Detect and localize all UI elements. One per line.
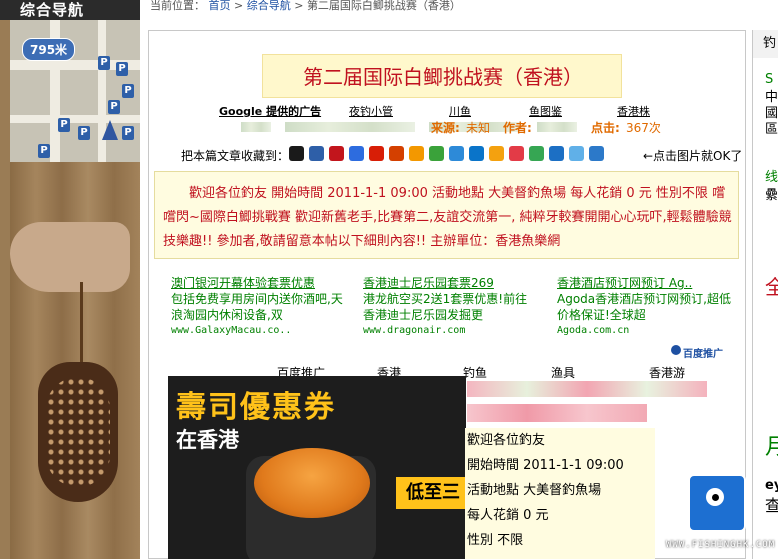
parking-icon: P	[78, 126, 90, 140]
tag-link[interactable]: 渔具	[551, 364, 575, 381]
text-ad-url[interactable]: www.dragonair.com	[363, 323, 538, 339]
sea-urchin-sushi-image	[254, 448, 370, 518]
text-ad-title[interactable]: 澳门银河开幕体验套票优惠	[171, 275, 346, 291]
163-icon[interactable]	[389, 146, 404, 161]
baidu-icon[interactable]	[309, 146, 324, 161]
tag-link[interactable]: 钓鱼	[463, 364, 487, 381]
digu-icon[interactable]	[489, 146, 504, 161]
author-label: 作者:	[503, 121, 532, 135]
clicks-label: 点击:	[591, 121, 620, 135]
intro-text: 歡迎各位釣友 開始時間 2011-1-1 09:00 活動地點 大美督釣魚場 每…	[163, 186, 732, 249]
text-ad-desc[interactable]: 港龙航空买2送1套票优惠!前往香港迪士尼乐园发掘更	[363, 291, 538, 323]
site-nav-label[interactable]: 综合导航	[0, 0, 140, 20]
ad-link-sichuan-fish[interactable]: 川鱼	[449, 103, 471, 119]
parking-icon: P	[116, 62, 128, 76]
detail-line: 開始時間 2011-1-1 09:00	[467, 458, 624, 473]
mop-icon[interactable]	[549, 146, 564, 161]
sushi-ad-title: 壽司優惠券	[176, 390, 336, 425]
blurred-text	[467, 381, 707, 397]
breadcrumb-current: 第二届国际白鲫挑战赛（香港）	[306, 0, 461, 12]
text-ad-title[interactable]: 香港酒店预订网预订 Ag..	[557, 275, 732, 291]
text-ads-block: 澳门银河开幕体验套票优惠 包括免费享用房间内送你酒吧,天浪淘园内休闲设备,双 w…	[171, 275, 743, 345]
bookmark-hint: ←点击图片就OK了	[643, 149, 743, 163]
google-ad-links-row: Google 提供的广告 夜钓小管 川鱼 鱼图鉴 香港株	[219, 103, 719, 119]
parking-icon: P	[58, 118, 70, 132]
shoucang-icon[interactable]	[509, 146, 524, 161]
clicks-value: 367次	[626, 121, 661, 135]
hexun-icon[interactable]	[429, 146, 444, 161]
ie-favorites-icon[interactable]	[589, 146, 604, 161]
ad-link-fish-guide[interactable]: 鱼图鉴	[529, 103, 562, 119]
tag-link[interactable]: 香港游	[649, 364, 685, 381]
parking-icon: P	[108, 100, 120, 114]
ad-link-night-fishing[interactable]: 夜钓小管	[349, 103, 393, 119]
google-ads-label[interactable]: Google 提供的广告	[219, 103, 321, 119]
yahoo-icon[interactable]	[329, 146, 344, 161]
sidebar-head: 钓	[753, 30, 778, 58]
breadcrumb: 当前位置： 首页 > 综合导航 > 第二届国际白鲫挑战赛（香港）	[150, 0, 461, 12]
detail-line: 歡迎各位釣友	[467, 433, 546, 448]
detail-line: 活動地點 大美督釣魚場	[467, 483, 602, 498]
bookmark-row: 把本篇文章收藏到： ←点击图片就OK了	[181, 145, 743, 165]
navigation-arrow-icon	[102, 120, 118, 140]
page-title: 第二届国际白鲫挑战赛（香港）	[303, 65, 583, 89]
wozhao-icon[interactable]	[469, 146, 484, 161]
detail-line: 性別 不限	[467, 533, 524, 548]
article-title-box: 第二届国际白鲫挑战赛（香港）	[262, 54, 622, 98]
text-ad-desc[interactable]: 包括免费享用房间内送你酒吧,天浪淘园内休闲设备,双	[171, 291, 346, 323]
diglog-icon[interactable]	[449, 146, 464, 161]
text-ad[interactable]: 澳门银河开幕体验套票优惠 包括免费享用房间内送你酒吧,天浪淘园内休闲设备,双 w…	[171, 275, 346, 339]
left-ad-column: 综合导航 795米 P P P P P P P P	[0, 0, 140, 559]
sushi-coupon-ad[interactable]: 壽司優惠券 在香港 低至三	[168, 376, 466, 559]
breadcrumb-home[interactable]: 首页	[209, 0, 231, 12]
google-icon[interactable]	[349, 146, 364, 161]
baidu-paw-icon	[671, 345, 681, 355]
source-value: 未知	[466, 121, 491, 135]
sushi-ad-subtitle: 在香港	[176, 428, 239, 452]
fanfou-icon[interactable]	[569, 146, 584, 161]
article-meta-row: 来源: 未知 作者: 点击: 367次	[241, 119, 721, 135]
text-ad-desc[interactable]: Agoda香港酒店预订网预订,超低价格保证!全球超	[557, 291, 732, 323]
bookmark-label: 把本篇文章收藏到：	[181, 149, 290, 163]
breadcrumb-category[interactable]: 综合导航	[247, 0, 291, 12]
yesky-icon[interactable]	[529, 146, 544, 161]
blurred-text	[467, 404, 647, 422]
qq-icon[interactable]	[289, 146, 304, 161]
ad-link-hk-stocks[interactable]: 香港株	[617, 103, 650, 119]
text-ad[interactable]: 香港酒店预订网预订 Ag.. Agoda香港酒店预订网预订,超低价格保证!全球超…	[557, 275, 732, 339]
detail-line: 每人花銷 0 元	[467, 508, 549, 523]
fishinghk-logo[interactable]	[688, 474, 746, 532]
source-label: 来源:	[431, 121, 460, 135]
right-sidebar: 钓 S 中 國 區 线 纍 全 月 ey 查	[752, 30, 778, 559]
event-detail-box: 歡迎各位釣友 開始時間 2011-1-1 09:00 活動地點 大美督釣魚場 每…	[465, 428, 655, 559]
sohu-icon[interactable]	[409, 146, 424, 161]
map-ad-banner[interactable]: 795米 P P P P P P P P	[10, 20, 140, 162]
parking-icon: P	[122, 84, 134, 98]
text-ad[interactable]: 香港迪士尼乐园套票269 港龙航空买2送1套票优惠!前往香港迪士尼乐园发掘更 w…	[363, 275, 538, 339]
parking-icon: P	[38, 144, 50, 158]
parking-icon: P	[122, 126, 134, 140]
text-ad-title[interactable]: 香港迪士尼乐园套票269	[363, 275, 538, 291]
sushi-price-tag: 低至三	[396, 477, 466, 509]
parking-icon: P	[98, 56, 110, 70]
watermark: WWW.FISHINGHK.COM	[666, 540, 776, 550]
text-ad-url[interactable]: Agoda.com.cn	[557, 323, 732, 339]
text-ad-url[interactable]: www.GalaxyMacau.co..	[171, 323, 346, 339]
baidu-promo-link[interactable]: 百度推广	[671, 345, 723, 360]
sina-icon[interactable]	[369, 146, 384, 161]
intro-box: 歡迎各位釣友 開始時間 2011-1-1 09:00 活動地點 大美督釣魚場 每…	[154, 171, 739, 259]
map-distance-badge: 795米	[22, 38, 76, 61]
hand-image	[10, 222, 130, 292]
fish-charm-ad-banner[interactable]	[10, 162, 140, 559]
